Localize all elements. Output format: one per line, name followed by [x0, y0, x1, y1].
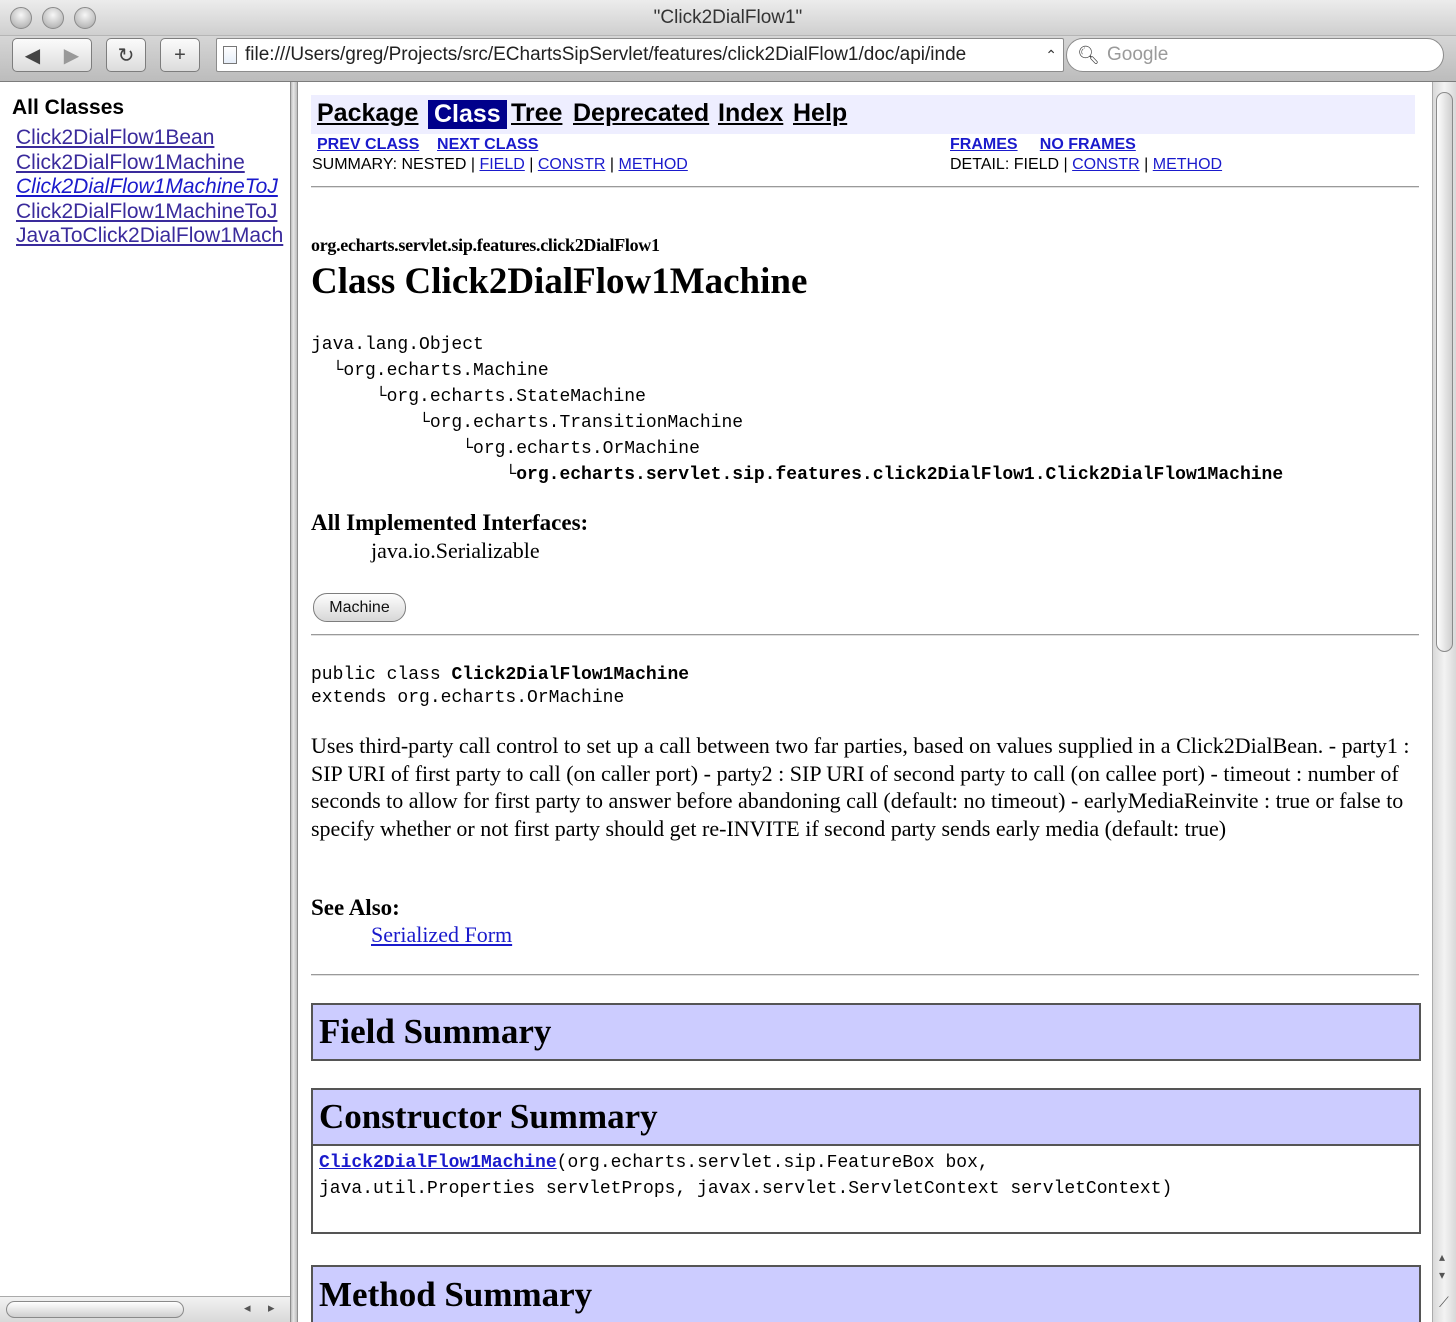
constructor-link[interactable]: Click2DialFlow1Machine	[319, 1153, 557, 1173]
window-titlebar: "Click2DialFlow1"	[0, 0, 1456, 36]
class-doc-frame: Package Class Tree Deprecated Index Help…	[298, 82, 1432, 1322]
method-summary-table: Method Summary	[311, 1265, 1421, 1322]
all-classes-frame: All Classes Click2DialFlow1Bean Click2Di…	[0, 82, 290, 1322]
hierarchy-item: java.lang.Object	[311, 335, 484, 355]
nav-package[interactable]: Package	[317, 99, 418, 128]
divider-line	[311, 974, 1419, 976]
add-bookmark-icon: +	[174, 43, 186, 66]
hierarchy-item: org.echarts.StateMachine	[386, 387, 646, 407]
frames-links: FRAMES NO FRAMES	[950, 136, 1136, 154]
class-declaration: public class Click2DialFlow1Machine exte…	[311, 664, 689, 710]
search-icon: 🔍︎	[1077, 45, 1100, 65]
add-bookmark-button[interactable]: +	[160, 38, 200, 72]
scroll-right-icon[interactable]: ▸	[268, 1300, 275, 1316]
class-list: Click2DialFlow1Bean Click2DialFlow1Machi…	[16, 126, 290, 249]
summary-constr-link[interactable]: CONSTR	[538, 156, 606, 173]
address-bar[interactable]: file:///Users/greg/Projects/src/EChartsS…	[216, 38, 1064, 72]
next-class-link[interactable]: NEXT CLASS	[437, 136, 538, 153]
hierarchy-item-current: org.echarts.servlet.sip.features.click2D…	[516, 465, 1284, 485]
search-input[interactable]: 🔍︎ Google	[1066, 38, 1444, 72]
method-summary-heading: Method Summary	[313, 1267, 1419, 1322]
summary-method-link[interactable]: METHOD	[618, 156, 687, 173]
summary-field-link[interactable]: FIELD	[479, 156, 524, 173]
serialized-form-link[interactable]: Serialized Form	[371, 922, 512, 948]
nav-index[interactable]: Index	[718, 99, 783, 128]
back-icon[interactable]: ◀	[25, 43, 40, 68]
separator: |	[529, 156, 534, 173]
class-link-click2dialflow1machine[interactable]: Click2DialFlow1Machine	[16, 151, 290, 176]
constructor-row: Click2DialFlow1Machine(org.echarts.servl…	[313, 1144, 1419, 1232]
decl-class-name: Click2DialFlow1Machine	[451, 665, 690, 685]
field-summary-heading: Field Summary	[313, 1005, 1419, 1059]
scroll-left-icon[interactable]: ◂	[244, 1300, 251, 1316]
constructor-signature: (org.echarts.servlet.sip.FeatureBox box,	[556, 1153, 989, 1173]
see-also-heading: See Also:	[311, 895, 400, 920]
divider-line	[311, 634, 1419, 636]
interfaces-value: java.io.Serializable	[371, 538, 540, 563]
nav-class-selected: Class	[428, 100, 507, 129]
class-link-click2dialflow1machinetoj[interactable]: Click2DialFlow1MachineToJ	[16, 200, 290, 225]
detail-links: DETAIL: FIELD | CONSTR | METHOD	[950, 156, 1222, 174]
field-summary-table: Field Summary	[311, 1003, 1421, 1061]
detail-constr-link[interactable]: CONSTR	[1072, 156, 1140, 173]
nav-tree[interactable]: Tree	[511, 99, 562, 128]
decl-prefix: public class	[311, 665, 452, 685]
hierarchy-item: org.echarts.Machine	[343, 361, 549, 381]
class-hierarchy: java.lang.Object └org.echarts.Machine └o…	[311, 335, 1284, 485]
decl-extends: extends org.echarts.OrMachine	[311, 688, 625, 708]
window-title: "Click2DialFlow1"	[653, 7, 803, 28]
separator: |	[609, 156, 615, 173]
scroll-up-icon[interactable]: ▴	[1439, 1250, 1445, 1264]
page-title: Class Click2DialFlow1Machine	[311, 261, 808, 302]
address-text: file:///Users/greg/Projects/src/EChartsS…	[245, 44, 967, 65]
summary-label: SUMMARY: NESTED |	[312, 156, 475, 173]
hierarchy-item: org.echarts.TransitionMachine	[429, 413, 744, 433]
scrollbar-thumb[interactable]	[1436, 92, 1453, 652]
nav-help[interactable]: Help	[793, 99, 847, 128]
interfaces-heading: All Implemented Interfaces:	[311, 510, 589, 535]
nav-deprecated[interactable]: Deprecated	[573, 99, 709, 128]
interface-link-click2dialflow1machinetoj[interactable]: Click2DialFlow1MachineToJ	[16, 175, 290, 200]
class-link-javatoclick2dialflow1mach[interactable]: JavaToClick2DialFlow1Mach	[16, 224, 290, 249]
divider-line	[311, 186, 1419, 188]
forward-icon[interactable]: ▶	[64, 43, 79, 68]
page-icon	[223, 46, 237, 64]
constructor-signature-cont: java.util.Properties servletProps, javax…	[319, 1179, 1173, 1199]
all-classes-heading: All Classes	[12, 96, 125, 119]
summary-links: SUMMARY: NESTED | FIELD | CONSTR | METHO…	[312, 156, 688, 174]
package-name: org.echarts.servlet.sip.features.click2D…	[311, 235, 660, 255]
class-link-click2dialflow1bean[interactable]: Click2DialFlow1Bean	[16, 126, 290, 151]
hierarchy-item: org.echarts.OrMachine	[473, 439, 700, 459]
constructor-summary-heading: Constructor Summary	[313, 1090, 1419, 1144]
frame-divider[interactable]	[290, 82, 298, 1322]
search-placeholder: Google	[1107, 44, 1169, 65]
detail-label: DETAIL: FIELD |	[950, 156, 1068, 173]
reload-icon: ↻	[117, 44, 135, 67]
machine-button[interactable]: Machine	[313, 593, 406, 622]
scroll-down-icon[interactable]: ▾	[1439, 1268, 1445, 1282]
constructor-summary-table: Constructor Summary Click2DialFlow1Machi…	[311, 1088, 1421, 1234]
address-expand-icon[interactable]: ⌃	[1045, 39, 1057, 71]
browser-toolbar: ◀ ▶ ↻ + file:///Users/greg/Projects/src/…	[0, 36, 1456, 82]
class-description: Uses third-party call control to set up …	[311, 733, 1410, 841]
prev-next-links: PREV CLASS NEXT CLASS	[317, 136, 538, 154]
top-nav-bar: Package Class Tree Deprecated Index Help	[311, 95, 1415, 134]
scrollbar-thumb[interactable]	[6, 1301, 184, 1318]
detail-method-link[interactable]: METHOD	[1153, 156, 1222, 173]
reload-button[interactable]: ↻	[106, 38, 146, 72]
right-vertical-scrollbar[interactable]: ▴ ▾ ⟋	[1432, 82, 1456, 1322]
left-horizontal-scrollbar[interactable]: ◂ ▸	[0, 1296, 290, 1322]
prev-class-link[interactable]: PREV CLASS	[317, 136, 419, 153]
back-forward-buttons: ◀ ▶	[12, 38, 92, 72]
frames-link[interactable]: FRAMES	[950, 136, 1018, 153]
no-frames-link[interactable]: NO FRAMES	[1040, 136, 1136, 153]
separator: |	[1144, 156, 1149, 173]
resize-grip-icon[interactable]: ⟋	[1439, 1294, 1449, 1311]
